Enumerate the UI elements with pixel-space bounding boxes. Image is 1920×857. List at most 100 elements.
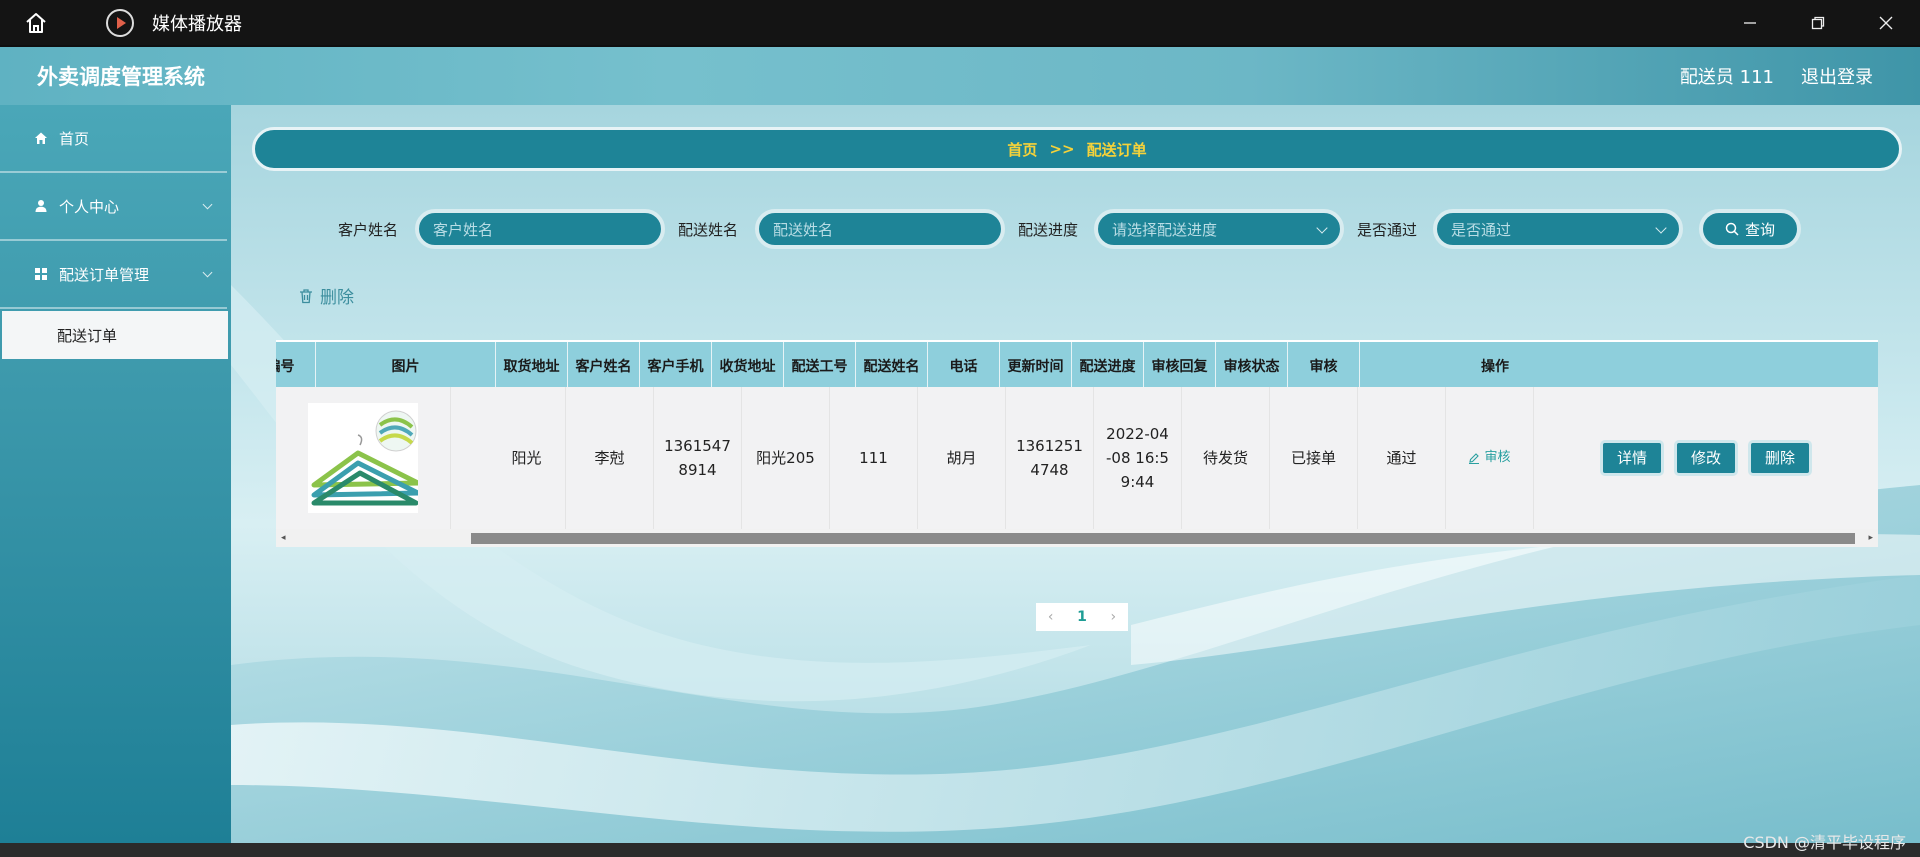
delivery-progress-placeholder: 请选择配送进度 (1112, 220, 1218, 239)
restore-button[interactable] (1784, 0, 1852, 45)
cell-customer-phone-line: 8914 (678, 461, 717, 479)
next-page-icon[interactable]: › (1111, 609, 1117, 625)
search-icon (1725, 222, 1739, 236)
cell-courier-name: 胡月 (918, 387, 1006, 529)
home-icon[interactable] (18, 5, 54, 41)
column-header-pickup-address: 取货地址 (496, 342, 568, 389)
cell-audit-status: 通过 (1358, 387, 1446, 529)
app-header: 外卖调度管理系统 配送员 111 退出登录 (0, 47, 1920, 105)
chevron-down-icon (202, 267, 213, 278)
app-brand: 外卖调度管理系统 (37, 65, 205, 89)
current-user: 配送员 111 (1679, 67, 1774, 88)
column-header-phone: 电话 (928, 342, 1000, 389)
pass-select[interactable]: 是否通过 (1433, 209, 1683, 249)
sidebar-item-label: 首页 (59, 129, 90, 148)
audit-link[interactable]: 审核 (1468, 446, 1511, 470)
table-row: 阳光 李尅 1361547 8914 阳光205 111 胡月 1361251 … (276, 387, 1878, 529)
column-header-id: 编号 (276, 342, 316, 389)
breadcrumb-current: 配送订单 (1086, 140, 1147, 159)
cell-audit: 审核 (1446, 387, 1534, 529)
breadcrumb-home[interactable]: 首页 (1007, 139, 1037, 160)
cell-update-time-line: 2022-04 (1106, 425, 1169, 443)
courier-name-label: 配送姓名 (678, 221, 739, 239)
pass-label: 是否通过 (1357, 221, 1418, 239)
column-header-actions: 操作 (1481, 358, 1509, 375)
cell-update-time: 2022-04 -08 16:5 9:44 (1094, 387, 1182, 529)
delete-button[interactable]: 删除 (1748, 440, 1813, 476)
query-button[interactable]: 查询 (1699, 209, 1801, 249)
customer-name-label: 客户姓名 (338, 221, 399, 239)
logout-link[interactable]: 退出登录 (1801, 63, 1873, 89)
column-header-courier-name: 配送姓名 (856, 342, 928, 389)
cell-progress: 待发货 (1182, 387, 1270, 529)
scrollbar-thumb[interactable] (471, 533, 1855, 544)
search-bar: 客户姓名 客户姓名 配送姓名 配送姓名 配送进度 请选择配送进度 是否通过 是否… (231, 207, 1920, 251)
courier-name-input[interactable]: 配送姓名 (755, 209, 1005, 249)
cell-phone: 1361251 4748 (1006, 387, 1094, 529)
delivery-progress-label: 配送进度 (1018, 221, 1079, 239)
watermark: CSDN @清平毕设程序 (1743, 833, 1906, 852)
column-header-audit-reply: 审核回复 (1144, 342, 1216, 389)
column-header-customer-phone: 客户手机 (640, 342, 712, 389)
prev-page-icon[interactable]: ‹ (1048, 609, 1054, 625)
cell-update-time-line: 9:44 (1120, 473, 1155, 491)
cell-customer-phone: 1361547 8914 (654, 387, 742, 529)
sidebar-item-profile[interactable]: 个人中心 (0, 173, 227, 241)
taskbar-strip (0, 843, 1920, 857)
cell-actions: 详情 修改 删除 (1534, 387, 1878, 529)
pagination: ‹ 1 › (1036, 603, 1128, 631)
cell-update-time-line: -08 16:5 (1106, 449, 1169, 467)
grid-icon (33, 266, 49, 282)
column-header-image: 图片 (316, 342, 496, 389)
sidebar-item-label: 配送订单管理 (59, 265, 150, 284)
chevron-down-icon (1316, 222, 1328, 234)
scroll-right-icon[interactable]: ▸ (1868, 533, 1873, 543)
sidebar-subitem-delivery-order[interactable]: 配送订单 (2, 311, 228, 359)
breadcrumb: 首页 >> 配送订单 (252, 127, 1902, 171)
column-header-delivery-address: 收货地址 (712, 342, 784, 389)
app-window: 外卖调度管理系统 配送员 111 退出登录 首页 个人中心 配送订单管理 配送订… (0, 47, 1920, 843)
column-header-update-time: 更新时间 (1000, 342, 1072, 389)
cell-delivery-address: 阳光205 (742, 387, 830, 529)
audit-link-label: 审核 (1484, 450, 1511, 465)
sidebar-item-delivery-orders[interactable]: 配送订单管理 (0, 241, 227, 309)
customer-name-input[interactable]: 客户姓名 (415, 209, 665, 249)
column-header-customer-name: 客户姓名 (568, 342, 640, 389)
batch-delete-label: 删除 (320, 288, 354, 308)
cell-customer-phone-line: 1361547 (664, 437, 731, 455)
column-header-progress: 配送进度 (1072, 342, 1144, 389)
horizontal-scrollbar[interactable]: ◂ ▸ (276, 529, 1878, 547)
detail-button[interactable]: 详情 (1599, 440, 1664, 476)
home-icon (33, 130, 49, 146)
edit-button[interactable]: 修改 (1673, 440, 1738, 476)
column-header-courier-id: 配送工号 (784, 342, 856, 389)
batch-delete-button[interactable]: 删除 (298, 283, 354, 308)
breadcrumb-separator: >> (1049, 140, 1075, 158)
sidebar: 首页 个人中心 配送订单管理 配送订单 (0, 105, 231, 843)
column-header-audit: 审核 (1288, 342, 1360, 389)
product-image (308, 403, 421, 513)
close-button[interactable] (1852, 0, 1920, 45)
cell-pickup-address: 阳光 (488, 387, 566, 529)
main-content: 首页 >> 配送订单 客户姓名 客户姓名 配送姓名 配送姓名 配送进度 请选择配… (231, 105, 1920, 843)
sidebar-item-home[interactable]: 首页 (0, 105, 227, 173)
window-title: 媒体播放器 (152, 13, 242, 35)
scroll-left-icon[interactable]: ◂ (281, 533, 286, 543)
page-number[interactable]: 1 (1077, 609, 1087, 625)
delivery-progress-select[interactable]: 请选择配送进度 (1094, 209, 1344, 249)
window-title-bar: 媒体播放器 (0, 0, 1920, 45)
user-icon (33, 198, 49, 214)
cell-audit-reply: 已接单 (1270, 387, 1358, 529)
media-player-icon (106, 8, 134, 37)
query-button-label: 查询 (1744, 220, 1775, 239)
cell-phone-line: 4748 (1030, 461, 1069, 479)
pass-placeholder: 是否通过 (1451, 220, 1512, 239)
cell-image (276, 387, 451, 529)
chevron-down-icon (1655, 222, 1667, 234)
edit-icon (1469, 453, 1480, 464)
cell-customer-name: 李尅 (566, 387, 654, 529)
sidebar-item-label: 个人中心 (59, 197, 120, 216)
minimize-button[interactable] (1716, 0, 1784, 45)
cell-courier-id: 111 (830, 387, 918, 529)
cell-phone-line: 1361251 (1016, 437, 1083, 455)
